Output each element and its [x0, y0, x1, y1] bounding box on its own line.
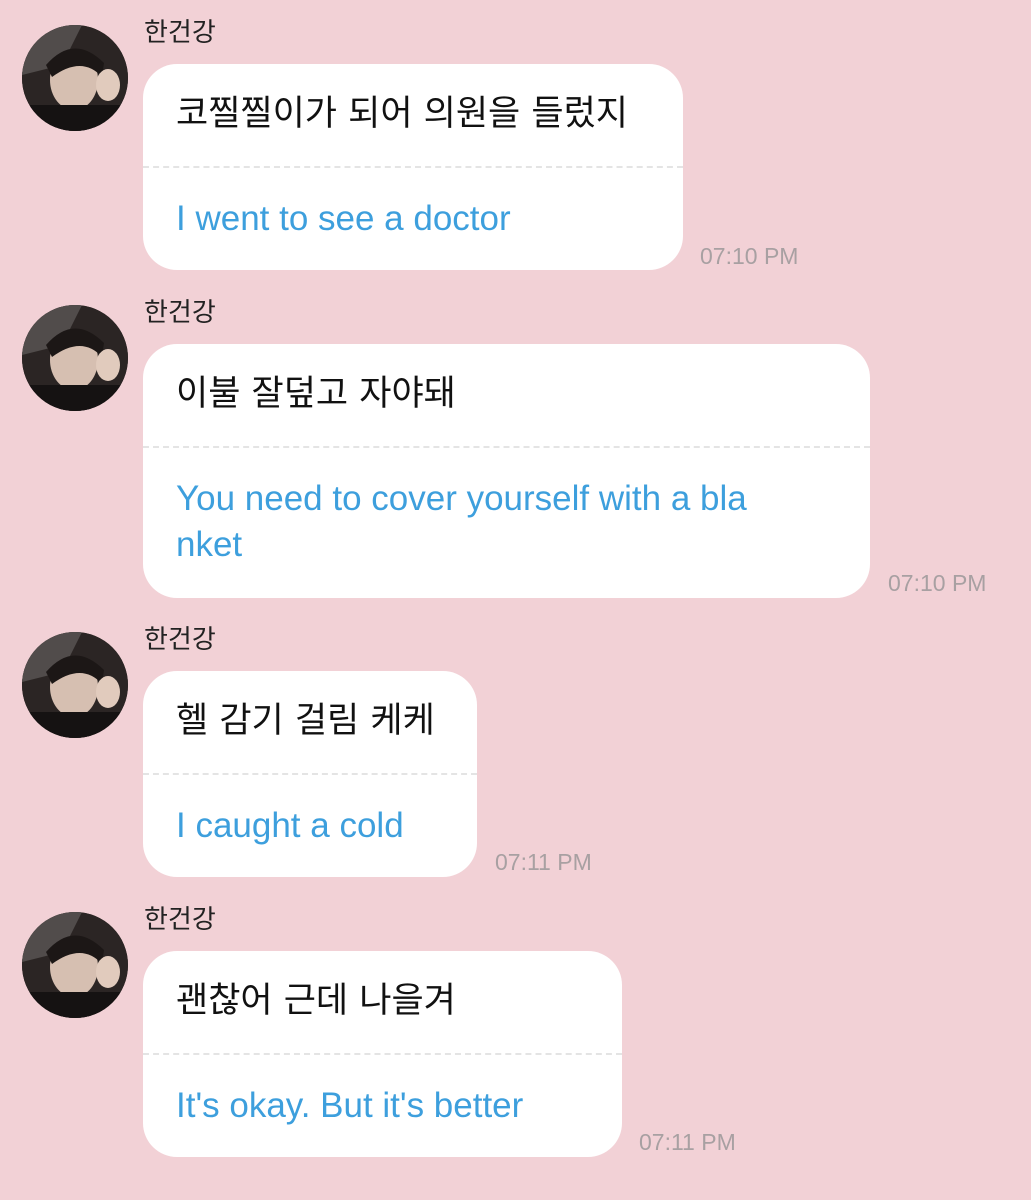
timestamp: 07:11 PM	[495, 849, 592, 875]
sender-name: 한건강	[144, 18, 216, 48]
sender-name: 한건강	[144, 298, 216, 328]
avatar[interactable]	[22, 912, 128, 1018]
avatar-photo-icon	[22, 25, 128, 131]
timestamp: 07:11 PM	[639, 1129, 736, 1155]
divider	[143, 166, 683, 168]
translation-text: You need to cover yourself with a bla nk…	[176, 479, 747, 564]
avatar-photo-icon	[22, 305, 128, 411]
translation-text: I went to see a doctor	[176, 199, 511, 238]
divider	[143, 446, 870, 448]
avatar[interactable]	[22, 305, 128, 411]
sender-name: 한건강	[144, 905, 216, 935]
original-text: 헬 감기 걸림 케케	[176, 701, 435, 741]
translation-text: It's okay. But it's better	[176, 1086, 524, 1125]
avatar-photo-icon	[22, 632, 128, 738]
message-bubble[interactable]: 괜찮어 근데 나을겨 It's okay. But it's better	[143, 951, 622, 1157]
divider	[143, 1053, 622, 1055]
message-bubble[interactable]: 코찔찔이가 되어 의원을 들렀지 I went to see a doctor	[143, 64, 683, 270]
translation-text: I caught a cold	[176, 806, 404, 845]
sender-name: 한건강	[144, 625, 216, 655]
timestamp: 07:10 PM	[700, 243, 799, 269]
timestamp: 07:10 PM	[888, 570, 987, 596]
message-bubble[interactable]: 헬 감기 걸림 케케 I caught a cold	[143, 671, 477, 877]
original-text: 이불 잘덮고 자야돼	[176, 374, 456, 414]
message-bubble[interactable]: 이불 잘덮고 자야돼 You need to cover yourself wi…	[143, 344, 870, 598]
avatar[interactable]	[22, 25, 128, 131]
divider	[143, 773, 477, 775]
original-text: 코찔찔이가 되어 의원을 들렀지	[176, 94, 628, 134]
original-text: 괜찮어 근데 나을겨	[176, 981, 456, 1021]
avatar-photo-icon	[22, 912, 128, 1018]
avatar[interactable]	[22, 632, 128, 738]
